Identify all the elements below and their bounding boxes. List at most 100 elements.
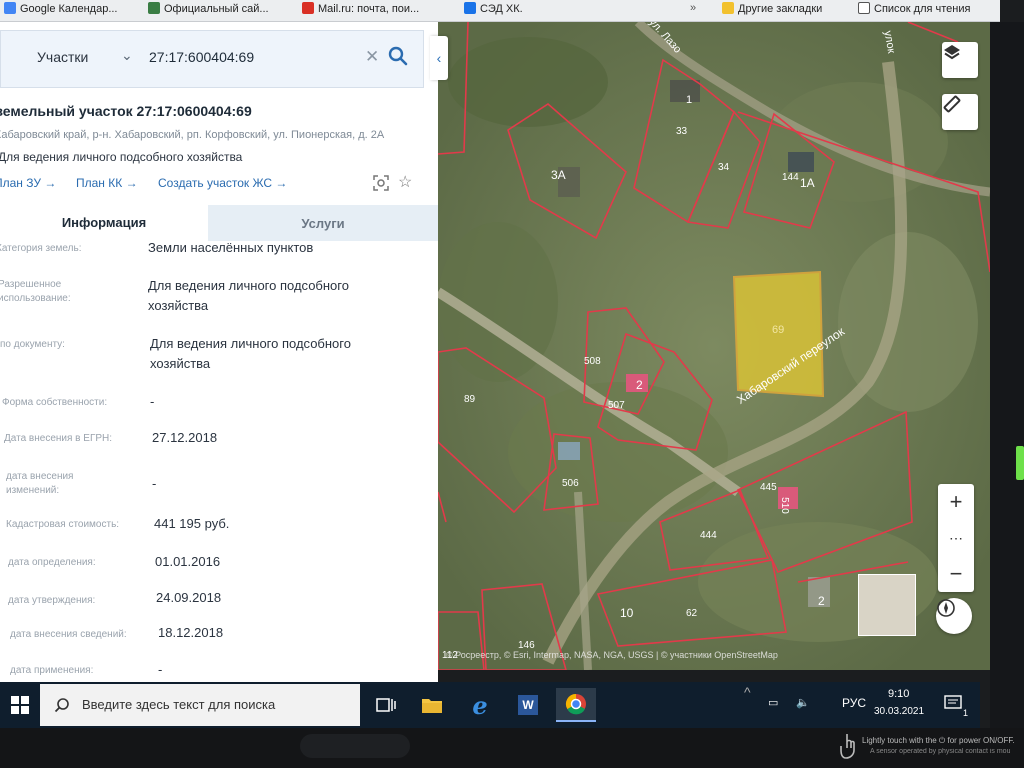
row-value: -: [152, 476, 157, 491]
compass-button[interactable]: [936, 598, 972, 634]
row-label: Категория земель:: [0, 243, 82, 254]
layers-button[interactable]: [942, 42, 978, 78]
notifications-button[interactable]: 1: [940, 690, 968, 718]
tray-overflow-icon[interactable]: ^: [744, 684, 751, 700]
layers-icon: [944, 45, 960, 60]
row-label: Разрешенное использование:: [0, 279, 71, 304]
taskbar-search[interactable]: Введите здесь текст для поиска: [40, 684, 360, 726]
power-led: [1016, 446, 1024, 480]
parcel-label[interactable]: 89: [464, 394, 475, 405]
zoom-to-icon: [373, 175, 389, 191]
parcel-address: Хабаровский край, р-н. Хабаровский, рп. …: [0, 129, 385, 141]
parcel-label[interactable]: 2: [818, 594, 825, 608]
row-label: дата применения:: [10, 665, 94, 676]
parcel-label[interactable]: 510: [779, 497, 790, 514]
search-input[interactable]: 27:17:600404:69: [149, 49, 254, 65]
task-view-button[interactable]: [366, 688, 406, 722]
cadastral-map[interactable]: 1 33 34 144 1А 3А 69 508 507 2 89 506 44…: [438, 22, 990, 670]
power-instruction: Lightly touch with the ⏻ for power ON/OF…: [862, 736, 1015, 745]
collapse-panel-button[interactable]: ‹: [430, 36, 448, 80]
folder-icon: [422, 699, 442, 713]
zoom-to-parcel-button[interactable]: [372, 174, 390, 192]
create-parcel-link[interactable]: Создать участок ЖС →: [158, 176, 287, 190]
chevron-down-icon[interactable]: ⌄: [121, 47, 133, 64]
volume-icon[interactable]: 🔈: [796, 696, 810, 709]
row-label: Форма собственности:: [2, 397, 108, 408]
parcel-label[interactable]: 62: [686, 608, 697, 619]
site-icon: [148, 2, 160, 14]
row-label: по документу:: [0, 339, 65, 350]
search-icon: [388, 46, 408, 66]
sensor-instruction: A sensor operated by physical contact is…: [870, 748, 1010, 755]
zoom-more-button[interactable]: ⋯: [938, 520, 974, 556]
clock-date[interactable]: 30.03.2021: [874, 706, 924, 717]
bookmark-item[interactable]: Google Календар...: [4, 2, 118, 15]
parcel-label[interactable]: 507: [608, 400, 625, 411]
brand-logo: [300, 734, 410, 758]
language-indicator[interactable]: РУС: [842, 696, 866, 710]
tabs: Информация Услуги: [0, 205, 438, 241]
parcel-label[interactable]: 445: [760, 482, 777, 493]
star-icon[interactable]: ☆: [398, 172, 412, 192]
tab-information[interactable]: Информация: [0, 205, 208, 241]
parcel-label[interactable]: 144: [782, 172, 799, 183]
ie-icon: e: [472, 690, 488, 720]
explorer-app[interactable]: [412, 688, 452, 722]
other-bookmarks[interactable]: Другие закладки: [722, 2, 822, 15]
parcel-purpose: Для ведения личного подсобного хозяйства: [0, 150, 243, 164]
zoom-in-button[interactable]: +: [938, 484, 974, 520]
touch-icon: [840, 734, 855, 759]
search-button[interactable]: [387, 45, 411, 69]
chrome-icon: [565, 693, 586, 715]
clock-time[interactable]: 9:10: [888, 688, 909, 700]
bookmark-item[interactable]: Официальный сай...: [148, 2, 269, 15]
parcel-label[interactable]: 444: [700, 530, 717, 541]
row-value: 24.09.2018: [156, 590, 222, 605]
parcel-label[interactable]: 34: [718, 162, 729, 173]
plan-zu-link[interactable]: План ЗУ →: [0, 176, 56, 190]
bookmarks-bar: Google Календар... Официальный сай... Ma…: [0, 0, 1000, 22]
plan-kk-link[interactable]: План КК →: [76, 176, 138, 190]
screen: Google Календар... Официальный сай... Ma…: [0, 0, 1024, 768]
search-icon: [54, 698, 69, 713]
row-label: дата определения:: [8, 557, 96, 568]
word-app[interactable]: W: [508, 688, 548, 722]
bookmarks-overflow-icon[interactable]: »: [690, 2, 696, 14]
parcel-label[interactable]: 1А: [800, 176, 815, 190]
basemap-switcher[interactable]: [858, 574, 916, 636]
parcel-label[interactable]: 1: [686, 94, 692, 106]
row-value: Для ведения личного подсобного хозяйства: [148, 278, 349, 313]
parcel-label[interactable]: 506: [562, 478, 579, 489]
folder-icon: [722, 2, 734, 14]
parcel-title: земельный участок 27:17:0600404:69: [0, 103, 252, 119]
bookmark-item[interactable]: Mail.ru: почта, пои...: [302, 2, 419, 15]
row-label: Дата внесения в ЕГРН:: [4, 433, 113, 444]
parcel-label[interactable]: 33: [676, 126, 687, 137]
zoom-out-button[interactable]: −: [938, 556, 974, 592]
network-icon[interactable]: ▭: [768, 696, 778, 709]
search-category[interactable]: Участки: [37, 49, 88, 65]
taskbar-search-input[interactable]: Введите здесь текст для поиска: [82, 697, 275, 712]
monitor-bezel-bottom: Lightly touch with the ⏻ for power ON/OF…: [0, 728, 1024, 768]
edge-app[interactable]: e: [460, 688, 500, 722]
tab-services[interactable]: Услуги: [208, 205, 438, 241]
zoom-controls: + ⋯ −: [938, 484, 974, 592]
ruler-icon: [943, 95, 961, 113]
parcel-label[interactable]: 10: [620, 606, 633, 620]
row-label: дата внесения изменений:: [6, 471, 74, 496]
measure-button[interactable]: [942, 94, 978, 130]
row-value: 27.12.2018: [152, 430, 218, 445]
parcel-label[interactable]: 2: [636, 378, 643, 392]
row-value: Земли населённых пунктов: [148, 240, 314, 255]
chrome-app[interactable]: [556, 688, 596, 722]
start-button[interactable]: [0, 682, 40, 728]
selected-parcel-label[interactable]: 69: [772, 324, 784, 336]
reading-list[interactable]: Список для чтения: [858, 2, 970, 15]
parcel-label[interactable]: 3А: [551, 168, 566, 182]
bookmark-item[interactable]: СЭД ХК.: [464, 2, 523, 15]
notification-count: 1: [962, 708, 968, 718]
reading-list-icon: [858, 2, 870, 14]
close-icon[interactable]: ✕: [365, 47, 379, 67]
compass-icon: [937, 599, 955, 617]
parcel-label[interactable]: 508: [584, 356, 601, 367]
